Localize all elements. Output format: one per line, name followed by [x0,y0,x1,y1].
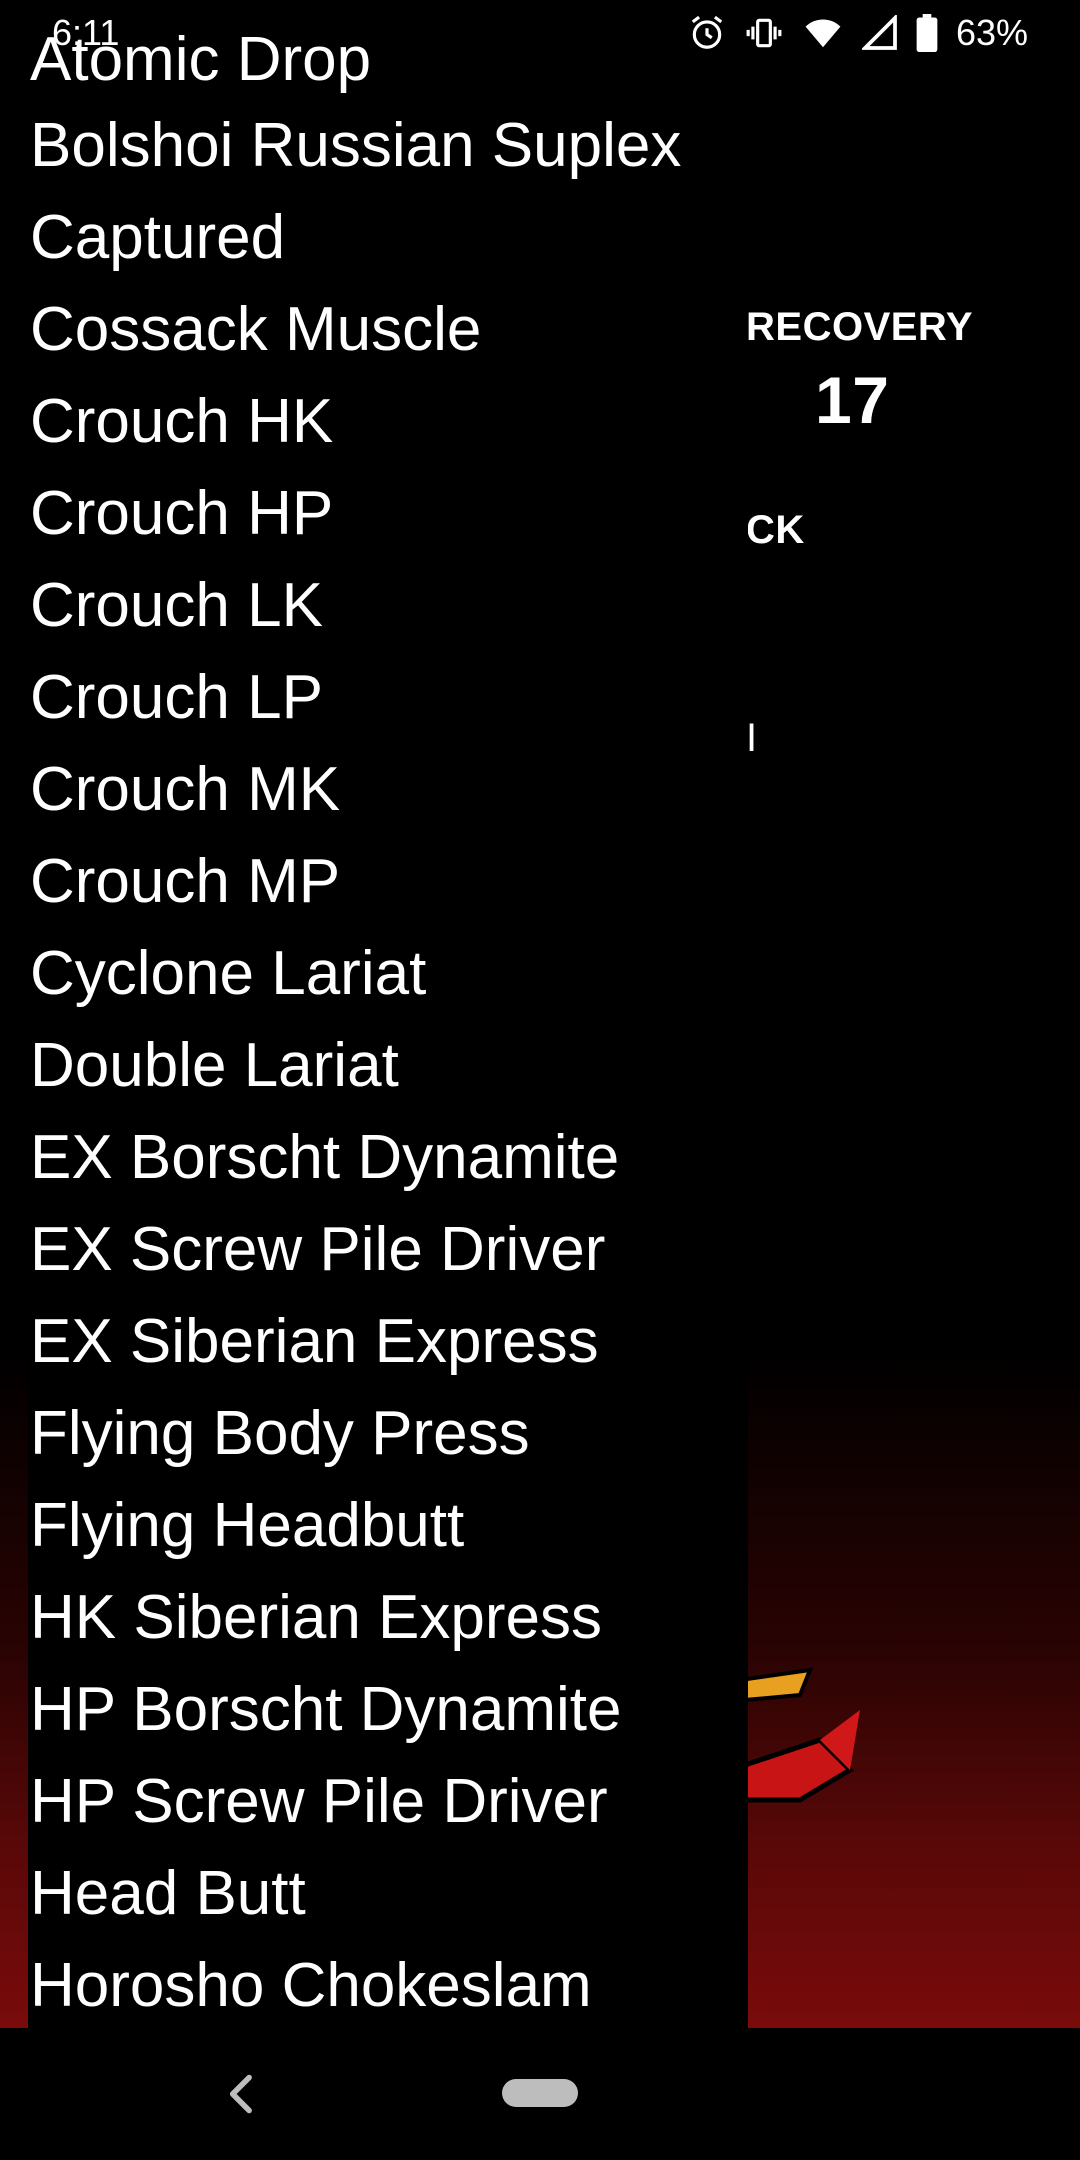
vibrate-icon [746,18,782,48]
list-item[interactable]: Double Lariat [28,1020,748,1112]
list-item[interactable]: Crouch LP [28,652,748,744]
list-item[interactable]: Crouch HK [28,376,748,468]
recovery-label: RECOVERY [746,305,974,349]
battery-percent: 63% [955,12,1028,53]
list-item[interactable]: HP Screw Pile Driver [28,1756,748,1848]
list-item[interactable]: Horosho Chokeslam [28,1940,748,2028]
list-item[interactable]: Crouch MK [28,744,748,836]
list-item[interactable]: EX Screw Pile Driver [28,1204,748,1296]
battery-icon [916,14,938,52]
list-item[interactable]: Flying Body Press [28,1388,748,1480]
wifi-icon [805,19,841,48]
list-item[interactable]: Crouch MP [28,836,748,928]
back-icon[interactable] [222,2072,258,2116]
list-item[interactable]: Cyclone Lariat [28,928,748,1020]
signal-icon [861,15,897,50]
status-bar: 6:11 63% [0,0,1080,66]
recovery-value: 17 [815,363,890,437]
list-item[interactable]: Head Butt [28,1848,748,1940]
status-time: 6:11 [52,12,120,53]
list-item[interactable]: EX Borscht Dynamite [28,1112,748,1204]
list-item[interactable]: Bolshoi Russian Suplex [28,100,748,192]
navigation-bar [0,2028,1080,2160]
partial-label: CK [746,508,805,552]
list-item[interactable]: HP Borscht Dynamite [28,1664,748,1756]
list-item[interactable]: Cossack Muscle [28,284,748,376]
list-item[interactable]: HK Siberian Express [28,1572,748,1664]
alarm-icon [691,15,723,49]
list-item[interactable]: Crouch HP [28,468,748,560]
status-icons: 63% [688,12,1028,54]
list-item[interactable]: Flying Headbutt [28,1480,748,1572]
list-item[interactable]: EX Siberian Express [28,1296,748,1388]
list-item[interactable]: Crouch LK [28,560,748,652]
home-pill[interactable] [502,2079,578,2107]
list-item[interactable]: Captured [28,192,748,284]
move-dropdown-list[interactable]: Atomic Drop Bolshoi Russian Suplex Captu… [28,0,748,2028]
screen: RECOVERY 17 CK I 6:11 63% Atomic Drop Bo… [0,0,1080,2160]
